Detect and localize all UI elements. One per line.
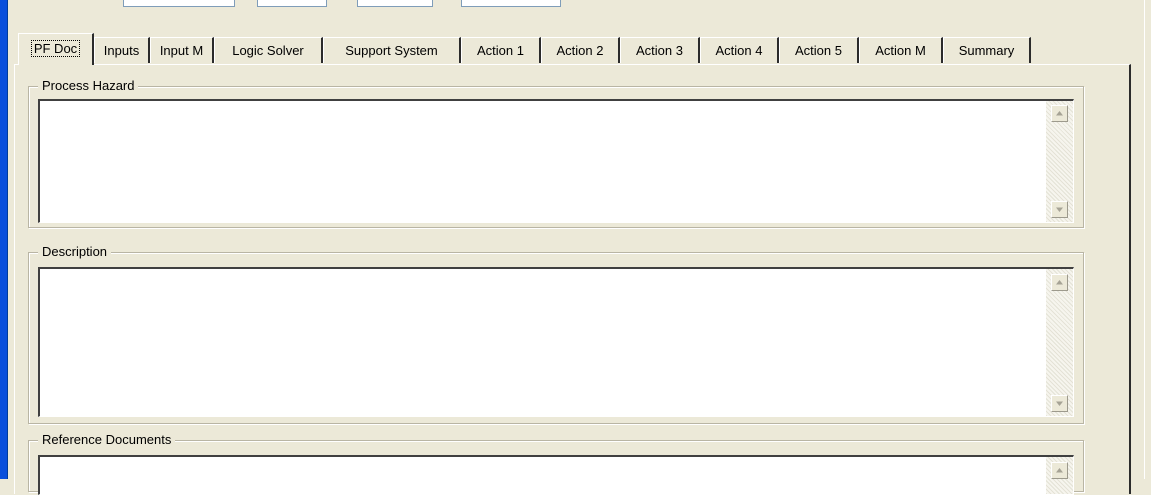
tab-action-3[interactable]: Action 3 bbox=[620, 37, 700, 63]
scroll-down-arrow-icon[interactable] bbox=[1051, 395, 1068, 412]
process-hazard-text bbox=[44, 104, 1033, 222]
description-text bbox=[44, 272, 1033, 416]
top-field-2[interactable] bbox=[257, 0, 327, 7]
window-frame-left bbox=[0, 0, 8, 479]
description-label: Description bbox=[38, 244, 112, 260]
tab-inputs[interactable]: Inputs bbox=[94, 37, 150, 63]
tab-action-1[interactable]: Action 1 bbox=[461, 37, 541, 63]
tab-label: Logic Solver bbox=[232, 43, 304, 58]
process-hazard-group: Process Hazard bbox=[28, 78, 1084, 228]
tab-action-m[interactable]: Action M bbox=[859, 37, 943, 63]
top-field-1[interactable] bbox=[123, 0, 235, 7]
tab-label: Action 1 bbox=[477, 43, 524, 58]
scroll-up-arrow-icon[interactable] bbox=[1051, 105, 1068, 122]
process-hazard-memo[interactable] bbox=[38, 99, 1074, 223]
top-field-3[interactable] bbox=[357, 0, 433, 7]
tab-label: Action M bbox=[875, 43, 926, 58]
tab-summary[interactable]: Summary bbox=[943, 37, 1031, 63]
tab-label: Action 5 bbox=[795, 43, 842, 58]
tab-action-2[interactable]: Action 2 bbox=[541, 37, 620, 63]
scroll-up-arrow-icon[interactable] bbox=[1051, 274, 1068, 291]
tab-label: Action 2 bbox=[556, 43, 604, 58]
tab-label: Action 4 bbox=[715, 43, 763, 58]
tab-pf-doc[interactable]: PF Doc bbox=[18, 33, 94, 65]
tab-label: Support System bbox=[345, 43, 438, 58]
reference-documents-memo[interactable] bbox=[38, 455, 1074, 495]
reference-documents-text bbox=[44, 460, 1033, 494]
tab-support-system[interactable]: Support System bbox=[323, 37, 461, 63]
tab-label: Inputs bbox=[103, 43, 140, 58]
reference-documents-label: Reference Documents bbox=[38, 432, 176, 448]
description-group: Description bbox=[28, 244, 1084, 424]
window-frame-right bbox=[1144, 0, 1151, 479]
tab-label: Summary bbox=[958, 43, 1015, 58]
tab-label: PF Doc bbox=[30, 40, 81, 57]
tab-input-m[interactable]: Input M bbox=[150, 37, 214, 63]
tab-action-4[interactable]: Action 4 bbox=[700, 37, 779, 63]
reference-documents-group: Reference Documents bbox=[28, 432, 1084, 495]
scroll-down-arrow-icon[interactable] bbox=[1051, 201, 1068, 218]
scroll-up-arrow-icon[interactable] bbox=[1051, 462, 1068, 479]
tab-label: Input M bbox=[159, 43, 204, 58]
description-scrollbar[interactable] bbox=[1046, 269, 1073, 416]
process-hazard-label: Process Hazard bbox=[38, 78, 139, 94]
tab-logic-solver[interactable]: Logic Solver bbox=[214, 37, 323, 63]
reference-documents-scrollbar[interactable] bbox=[1046, 457, 1073, 494]
tab-label: Action 3 bbox=[636, 43, 683, 58]
description-memo[interactable] bbox=[38, 267, 1074, 417]
tab-action-5[interactable]: Action 5 bbox=[779, 37, 859, 63]
top-field-4[interactable] bbox=[461, 0, 561, 7]
process-hazard-scrollbar[interactable] bbox=[1046, 101, 1073, 222]
